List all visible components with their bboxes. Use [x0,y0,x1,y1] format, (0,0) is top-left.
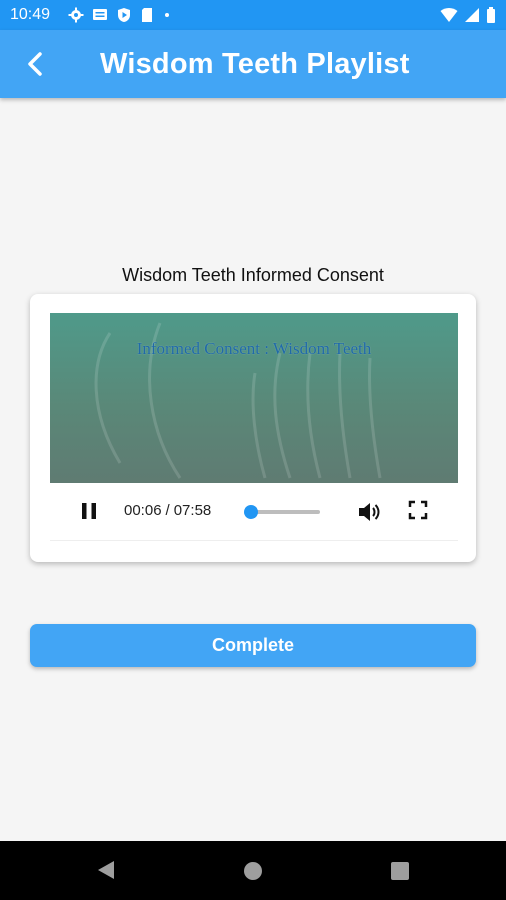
time-separator: / [165,502,170,519]
page-title: Wisdom Teeth Playlist [100,48,410,80]
seek-bar[interactable] [243,505,320,519]
video-card: Informed Consent : Wisdom Teeth 00:06/07… [30,294,476,562]
video-title: Wisdom Teeth Informed Consent [122,265,384,285]
sd-card-icon [142,8,152,22]
total-time: 07:58 [173,502,212,519]
message-icon [93,9,107,20]
back-button[interactable] [20,48,52,80]
system-nav-bar [0,841,506,900]
status-time: 10:49 [10,6,51,23]
dot-icon [165,13,169,17]
video-overlay-text: Informed Consent : Wisdom Teeth [136,339,372,358]
status-left-icons [68,7,172,23]
chevron-left-icon [28,52,42,76]
battery-icon [487,7,495,23]
pause-button[interactable] [78,500,100,522]
back-triangle-icon[interactable] [97,860,115,880]
current-time: 00:06 [124,502,162,519]
play-shield-icon [118,8,130,22]
complete-button[interactable]: Complete [30,624,476,667]
fullscreen-icon [408,500,428,520]
app-bar: Wisdom Teeth Playlist [0,30,506,98]
video-controls: 00:06/07:58 [50,490,458,534]
controls-divider [50,540,458,541]
video-player[interactable]: Informed Consent : Wisdom Teeth [50,313,458,483]
recents-square-icon[interactable] [391,862,409,880]
pause-icon [82,503,96,519]
fullscreen-button[interactable] [407,499,429,521]
status-bar: 10:49 [0,0,506,30]
volume-button[interactable] [356,499,382,525]
status-right-icons [440,7,496,23]
seek-thumb[interactable] [243,505,258,519]
playback-time: 00:06/07:58 [124,502,211,519]
wifi-icon [440,8,458,22]
home-circle-icon[interactable] [244,862,262,880]
volume-icon [359,503,380,521]
cell-signal-icon [465,8,479,22]
gear-icon [68,7,84,23]
